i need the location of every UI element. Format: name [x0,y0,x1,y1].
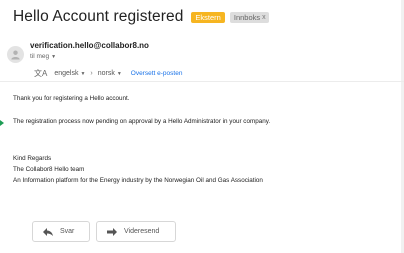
remove-label-icon[interactable]: x [262,14,266,21]
arrow-right-icon: › [90,70,93,77]
external-badge: Ekstern [191,11,225,23]
target-language-label: norsk [97,70,115,77]
translate-email-link[interactable]: Oversett e-posten [131,70,183,77]
signature-line: An Information platform for the Energy i… [13,177,263,184]
chevron-down-icon: ▼ [51,53,57,60]
reply-label: Svar [60,228,75,235]
body-line: The registration process now pending on … [13,118,271,125]
email-subject: Hello Account registered [13,8,184,25]
forward-button[interactable]: Videresend [96,221,176,242]
recipient-label: til meg [30,53,50,60]
signature-line: Kind Regards [13,155,52,162]
chevron-down-icon: ▼ [116,71,122,77]
source-language-select[interactable]: engelsk ▼ [54,70,85,77]
reply-icon [43,227,53,236]
translate-icon: 文A [34,69,48,78]
person-icon [11,50,20,60]
inbox-label-text: Innboks [233,12,261,22]
subject-row: Hello Account registered Ekstern Innboks… [13,6,269,28]
translate-bar: 文A engelsk ▼ › norsk ▼ Oversett e-posten [0,65,404,82]
avatar[interactable] [7,46,24,63]
chevron-down-icon: ▼ [80,71,86,77]
importance-marker-icon [0,120,4,126]
forward-label: Videresend [124,228,160,235]
inbox-label[interactable]: Innboks x [229,11,269,23]
target-language-select[interactable]: norsk ▼ [98,70,122,77]
sender-email[interactable]: verification.hello@collabor8.no [30,41,149,50]
forward-icon [107,227,117,236]
reply-button[interactable]: Svar [32,221,90,242]
signature-line: The Collabor8 Hello team [13,166,85,173]
recipient-dropdown[interactable]: til meg ▼ [30,53,56,60]
body-line: Thank you for registering a Hello accoun… [13,95,130,102]
source-language-label: engelsk [54,70,79,77]
